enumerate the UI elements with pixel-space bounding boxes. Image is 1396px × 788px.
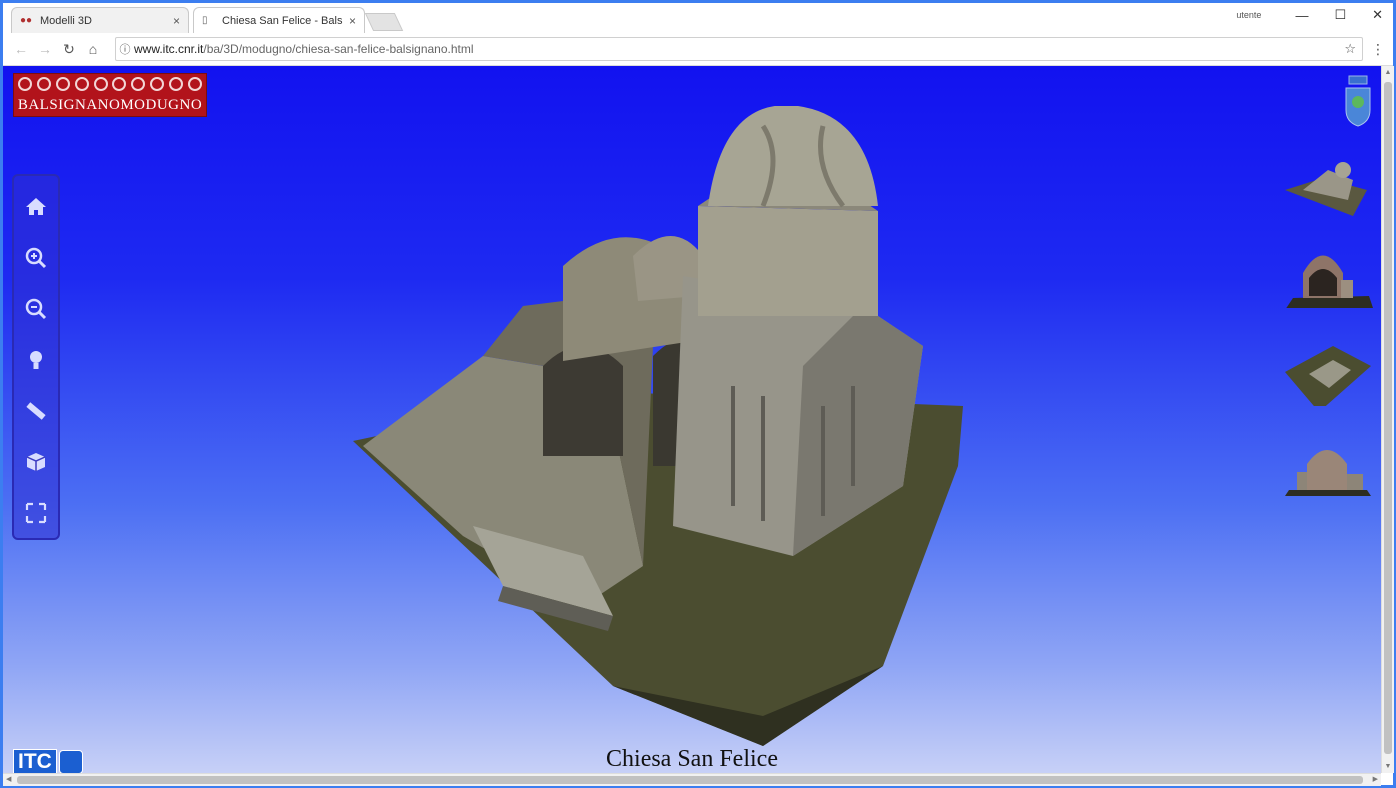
home-icon [26,198,46,216]
municipal-emblem-icon [1345,75,1371,127]
logo-ornament [18,77,202,95]
maximize-icon[interactable]: ☐ [1334,7,1346,23]
new-tab-button[interactable] [364,13,404,31]
scroll-right-icon[interactable]: ▶ [1373,775,1378,783]
url-host: www.itc.cnr.it [134,42,204,56]
zoom-in-button[interactable] [16,233,56,284]
address-toolbar: ← → ↻ ⌂ ⓘ www.itc.cnr.it/ba/3D/modugno/c… [3,33,1393,66]
page-icon: ▯ [202,15,208,26]
close-window-icon[interactable]: ✕ [1372,7,1383,23]
zoom-in-icon [25,248,47,269]
itc-logo-text: ITC [13,749,57,773]
horizontal-scroll-thumb[interactable] [17,776,1363,784]
page-title: Chiesa San Felice [606,746,778,772]
info-icon[interactable]: ⓘ [116,41,134,57]
measure-icon [26,402,46,420]
window-controls: utente — ☐ ✕ [1236,7,1383,23]
vertical-scroll-thumb[interactable] [1384,82,1392,754]
3d-viewer[interactable]: BALSIGNANOMODUGNO Chiesa San Felice ITC [3,66,1381,773]
tab-title: Modelli 3D [40,14,92,27]
itc-logo[interactable]: ITC [13,749,83,773]
logo-text: BALSIGNANOMODUGNO [17,97,203,113]
tab-modelli-3d[interactable]: ●● Modelli 3D × [11,7,189,33]
browser-window: ●● Modelli 3D × ▯ Chiesa San Felice - Ba… [0,0,1396,788]
fullscreen-button[interactable] [16,487,56,538]
browser-menu-icon[interactable]: ⋮ [1371,41,1385,58]
url-bar[interactable]: ⓘ www.itc.cnr.it/ba/3D/modugno/chiesa-sa… [115,37,1363,61]
vertical-scrollbar[interactable]: ▲ ▼ [1381,66,1394,773]
measure-button[interactable] [16,385,56,436]
scroll-up-icon[interactable]: ▲ [1382,69,1394,76]
tab-close-icon[interactable]: × [349,14,356,28]
user-badge[interactable]: utente [1236,10,1261,20]
minimize-icon[interactable]: — [1295,8,1308,23]
balsignano-modugno-logo[interactable]: BALSIGNANOMODUGNO [13,73,207,117]
scroll-down-icon[interactable]: ▼ [1382,763,1394,770]
view-thumbnail-2[interactable] [1283,238,1375,308]
view-thumbnail-3[interactable] [1283,336,1375,406]
horizontal-scrollbar[interactable]: ◀ ▶ [3,773,1381,786]
home-view-button[interactable] [16,182,56,233]
home-page-icon[interactable]: ⌂ [81,41,105,57]
tab-chiesa-san-felice[interactable]: ▯ Chiesa San Felice - Balsi × [193,7,365,33]
tab-title: Chiesa San Felice - Balsi [222,14,343,27]
view-thumbnail-1[interactable] [1283,150,1375,220]
viewer-toolbar [12,174,60,540]
scroll-left-icon[interactable]: ◀ [6,775,11,783]
forward-icon[interactable]: → [33,41,57,57]
bookmark-star-icon[interactable]: ☆ [1344,41,1356,57]
zoom-out-button[interactable] [16,284,56,335]
light-button[interactable] [16,335,56,386]
light-icon [30,351,42,369]
tab-close-icon[interactable]: × [173,14,180,28]
url-path: /ba/3D/modugno/chiesa-san-felice-balsign… [203,42,474,56]
church-3d-model[interactable] [343,106,993,746]
cnr-logo-icon [58,750,83,773]
back-icon[interactable]: ← [9,41,33,57]
itc-favicon-icon: ●● [20,15,33,26]
section-cube-icon [26,452,46,471]
view-thumbnail-4[interactable] [1283,430,1375,500]
zoom-out-icon [25,298,47,320]
section-button[interactable] [16,436,56,487]
tab-strip: ●● Modelli 3D × ▯ Chiesa San Felice - Ba… [3,3,1393,33]
reload-icon[interactable]: ↻ [57,41,81,58]
fullscreen-icon [25,502,47,523]
